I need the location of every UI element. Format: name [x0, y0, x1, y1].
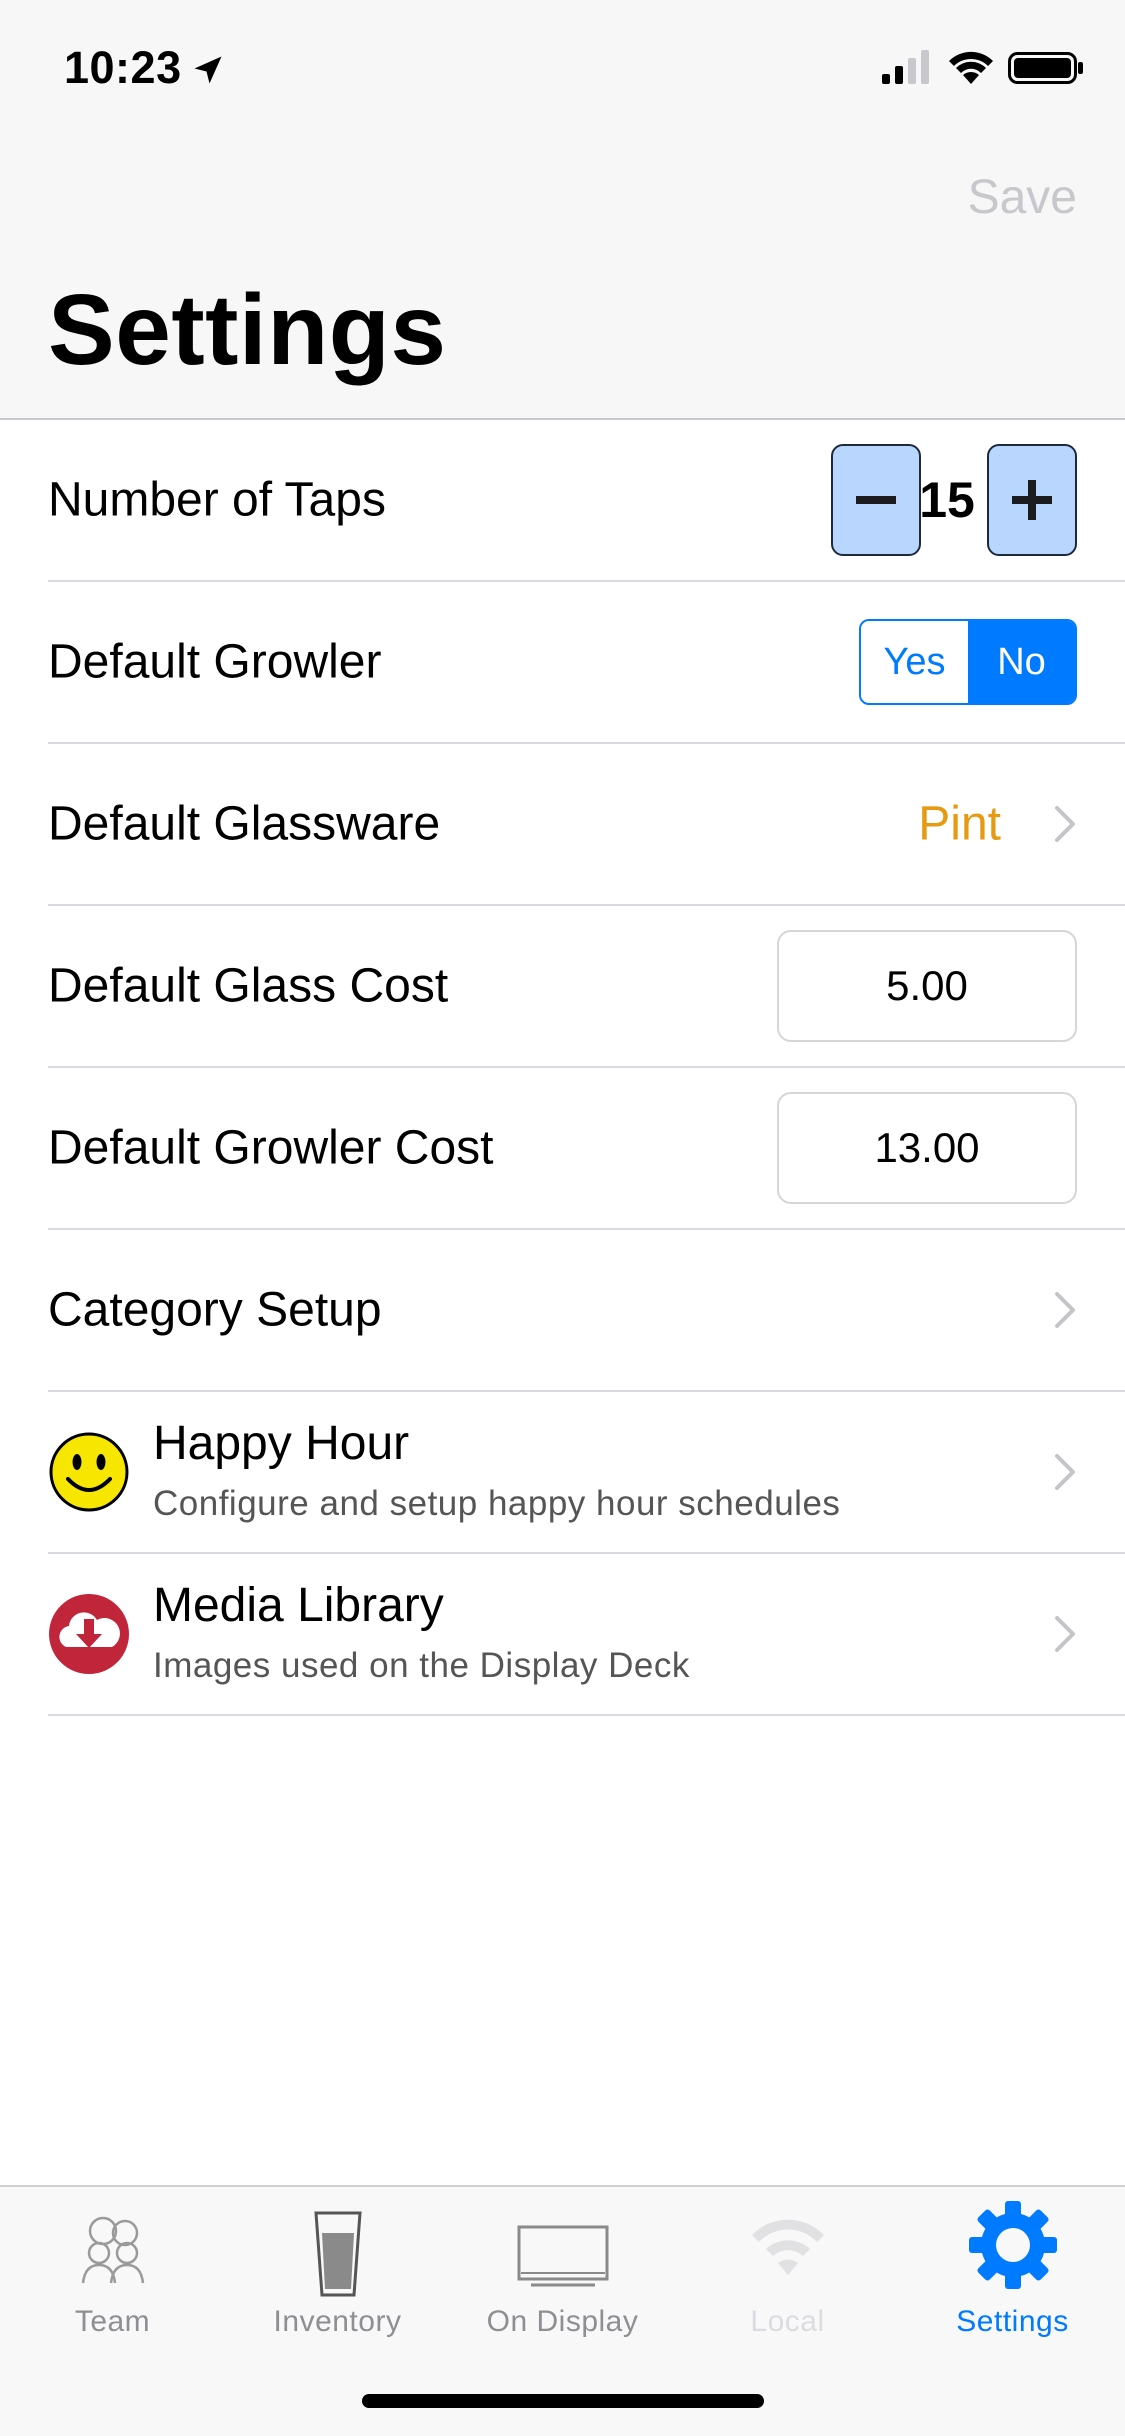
- tab-settings-label: Settings: [956, 2305, 1069, 2338]
- taps-count: 15: [919, 472, 975, 528]
- tab-local-label: Local: [750, 2305, 825, 2338]
- category-setup-label: Category Setup: [48, 1283, 382, 1337]
- decrement-taps-button[interactable]: [831, 444, 921, 556]
- plus-icon: [1012, 480, 1052, 520]
- growler-yes-option[interactable]: Yes: [861, 621, 968, 703]
- chevron-right-icon: [1055, 1454, 1075, 1490]
- default-growler-label: Default Growler: [48, 635, 382, 689]
- default-growler-cost-label: Default Growler Cost: [48, 1121, 494, 1175]
- number-of-taps-label: Number of Taps: [48, 473, 386, 527]
- status-bar: 10:23: [0, 0, 1125, 140]
- default-growler-cost-row: Default Growler Cost: [48, 1068, 1125, 1230]
- growler-no-option[interactable]: No: [968, 621, 1075, 703]
- media-library-subtitle: Images used on the Display Deck: [153, 1646, 690, 1685]
- default-glassware-label: Default Glassware: [48, 797, 441, 851]
- happy-hour-label: Happy Hour: [153, 1417, 410, 1470]
- media-library-label: Media Library: [153, 1579, 444, 1632]
- tab-settings[interactable]: Settings: [900, 2197, 1125, 2347]
- gear-icon: [968, 2201, 1057, 2289]
- media-library-row[interactable]: Media Library Images used on the Display…: [48, 1554, 1125, 1716]
- cellular-signal-icon: [882, 50, 929, 84]
- team-icon: [81, 2216, 144, 2284]
- tab-inventory-label: Inventory: [273, 2305, 402, 2338]
- wifi-icon: [751, 2219, 824, 2275]
- chevron-right-icon: [1055, 806, 1075, 842]
- tab-inventory[interactable]: Inventory: [225, 2197, 450, 2347]
- category-setup-row[interactable]: Category Setup: [48, 1230, 1125, 1392]
- smiley-icon: [49, 1432, 129, 1512]
- default-glass-cost-row: Default Glass Cost: [48, 906, 1125, 1068]
- happy-hour-row[interactable]: Happy Hour Configure and setup happy hou…: [48, 1392, 1125, 1554]
- pint-glass-icon: [313, 2211, 362, 2297]
- tab-on-display[interactable]: On Display: [450, 2197, 675, 2347]
- page-title: Settings: [48, 274, 447, 386]
- tab-team[interactable]: Team: [0, 2197, 225, 2347]
- default-glass-cost-label: Default Glass Cost: [48, 959, 449, 1013]
- wifi-status-icon: [949, 51, 993, 84]
- chevron-right-icon: [1055, 1292, 1075, 1328]
- growler-segmented-control: Yes No: [859, 619, 1077, 705]
- settings-list: Number of Taps 15 Default Growler Yes No…: [0, 420, 1125, 1716]
- tab-team-label: Team: [74, 2305, 151, 2338]
- minus-icon: [856, 496, 896, 504]
- happy-hour-subtitle: Configure and setup happy hour schedules: [153, 1484, 841, 1523]
- chevron-right-icon: [1055, 1616, 1075, 1652]
- home-indicator: [362, 2394, 764, 2408]
- save-button[interactable]: Save: [968, 170, 1077, 225]
- default-glassware-row[interactable]: Default Glassware Pint: [48, 744, 1125, 906]
- number-of-taps-row: Number of Taps 15: [48, 420, 1125, 582]
- monitor-icon: [517, 2225, 608, 2287]
- location-arrow-icon: [194, 56, 222, 84]
- cloud-download-icon: [49, 1594, 129, 1674]
- status-time: 10:23: [64, 42, 182, 93]
- glass-cost-field[interactable]: [777, 930, 1077, 1042]
- growler-cost-field[interactable]: [777, 1092, 1077, 1204]
- tab-local: Local: [675, 2197, 900, 2347]
- battery-icon: [1008, 52, 1083, 84]
- navigation-header: 10:23 Save Settings: [0, 0, 1125, 420]
- glassware-value: Pint: [918, 797, 1001, 851]
- default-growler-row: Default Growler Yes No: [48, 582, 1125, 744]
- tab-on-display-label: On Display: [486, 2305, 639, 2338]
- increment-taps-button[interactable]: [987, 444, 1077, 556]
